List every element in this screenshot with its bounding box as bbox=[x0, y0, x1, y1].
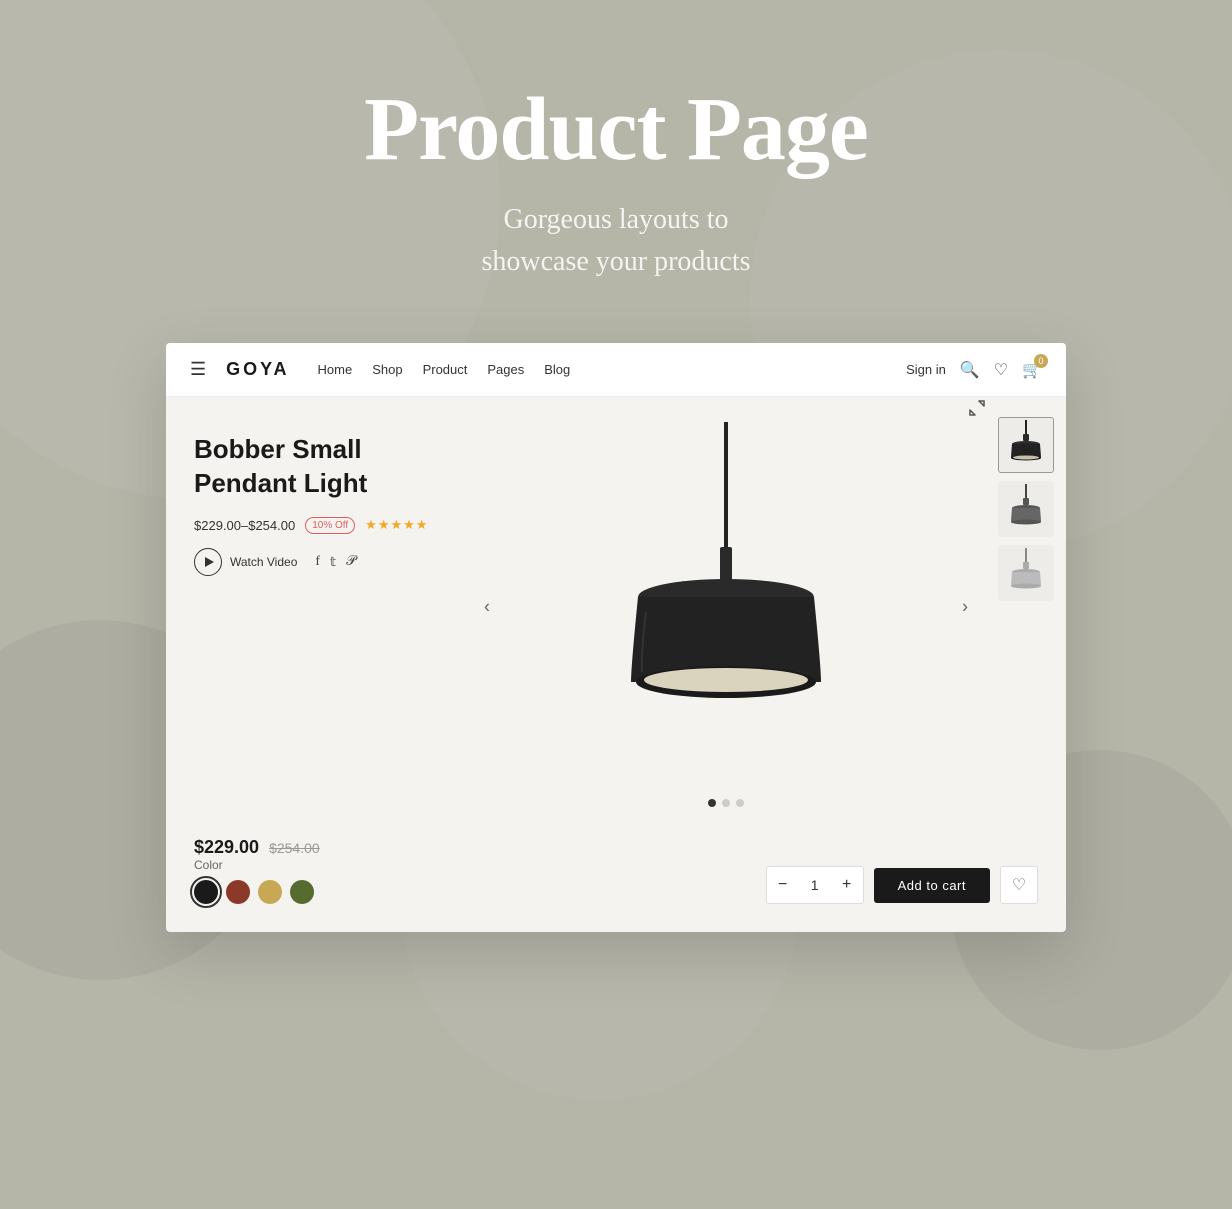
watch-video-row: Watch Video f 𝕥 𝒫 bbox=[194, 548, 438, 576]
discount-badge: 10% Off bbox=[305, 517, 355, 534]
brand-logo[interactable]: GOYA bbox=[226, 359, 289, 380]
play-triangle-icon bbox=[205, 557, 214, 567]
bottom-spacer bbox=[0, 932, 1232, 1052]
quantity-decrease-button[interactable]: − bbox=[767, 867, 799, 903]
social-icons: f 𝕥 𝒫 bbox=[315, 554, 356, 570]
facebook-icon[interactable]: f bbox=[315, 554, 320, 570]
thumbnail-sidebar bbox=[986, 397, 1066, 817]
expand-icon[interactable] bbox=[968, 399, 986, 422]
price-display: $229.00 $254.00 bbox=[194, 837, 320, 858]
thumbnail-3[interactable] bbox=[998, 545, 1054, 601]
dot-1[interactable] bbox=[708, 799, 716, 807]
thumbnail-1[interactable] bbox=[998, 417, 1054, 473]
carousel-next-button[interactable]: › bbox=[954, 589, 976, 626]
nav-home[interactable]: Home bbox=[318, 362, 353, 377]
hero-title: Product Page bbox=[20, 80, 1212, 179]
bottom-right: − + Add to cart ♡ bbox=[766, 866, 1038, 904]
search-icon[interactable]: 🔍 bbox=[960, 360, 980, 380]
thumbnail-2[interactable] bbox=[998, 481, 1054, 537]
swatch-red[interactable] bbox=[226, 880, 250, 904]
carousel-prev-button[interactable]: ‹ bbox=[476, 589, 498, 626]
nav-pages[interactable]: Pages bbox=[487, 362, 524, 377]
quantity-control: − + bbox=[766, 866, 864, 904]
cart-badge: 0 bbox=[1034, 354, 1048, 368]
card-wrapper: ☰ GOYA Home Shop Product Pages Blog Sign… bbox=[0, 343, 1232, 932]
star-rating: ★★★★★ bbox=[365, 517, 428, 533]
product-image-area: ‹ bbox=[466, 397, 986, 817]
quantity-input[interactable] bbox=[799, 867, 831, 903]
product-info: Bobber Small Pendant Light $229.00–$254.… bbox=[166, 397, 466, 817]
wishlist-icon[interactable]: ♡ bbox=[994, 360, 1008, 380]
hero-section: Product Page Gorgeous layouts to showcas… bbox=[0, 0, 1232, 343]
twitter-icon[interactable]: 𝕥 bbox=[330, 554, 336, 570]
swatch-black[interactable] bbox=[194, 880, 218, 904]
hero-subtitle: Gorgeous layouts to showcase your produc… bbox=[20, 199, 1212, 283]
color-label: Color bbox=[194, 858, 320, 872]
product-bottom: $229.00 $254.00 Color − + Add to cart bbox=[166, 817, 1066, 932]
original-price: $254.00 bbox=[269, 840, 320, 856]
cart-icon[interactable]: 🛒 0 bbox=[1022, 360, 1042, 380]
add-to-cart-button[interactable]: Add to cart bbox=[874, 868, 990, 903]
quantity-increase-button[interactable]: + bbox=[831, 867, 863, 903]
carousel-dots bbox=[708, 799, 744, 807]
bottom-left: $229.00 $254.00 Color bbox=[194, 837, 320, 904]
swatch-green[interactable] bbox=[290, 880, 314, 904]
current-price: $229.00 bbox=[194, 837, 259, 857]
wishlist-button[interactable]: ♡ bbox=[1000, 866, 1038, 904]
nav-blog[interactable]: Blog bbox=[544, 362, 570, 377]
color-swatches bbox=[194, 880, 320, 904]
product-main: Bobber Small Pendant Light $229.00–$254.… bbox=[166, 397, 1066, 817]
price-range: $229.00–$254.00 bbox=[194, 518, 295, 533]
navbar: ☰ GOYA Home Shop Product Pages Blog Sign… bbox=[166, 343, 1066, 397]
play-button[interactable] bbox=[194, 548, 222, 576]
nav-links: Home Shop Product Pages Blog bbox=[318, 362, 891, 377]
product-title: Bobber Small Pendant Light bbox=[194, 433, 438, 501]
dot-3[interactable] bbox=[736, 799, 744, 807]
dot-2[interactable] bbox=[722, 799, 730, 807]
hamburger-icon[interactable]: ☰ bbox=[190, 359, 206, 380]
price-row: $229.00–$254.00 10% Off ★★★★★ bbox=[194, 517, 438, 534]
pinterest-icon[interactable]: 𝒫 bbox=[346, 554, 356, 570]
nav-product[interactable]: Product bbox=[423, 362, 468, 377]
swatch-gold[interactable] bbox=[258, 880, 282, 904]
watch-video-label[interactable]: Watch Video bbox=[230, 555, 297, 569]
nav-shop[interactable]: Shop bbox=[372, 362, 402, 377]
product-image bbox=[586, 422, 866, 772]
signin-link[interactable]: Sign in bbox=[906, 362, 946, 377]
product-card: ☰ GOYA Home Shop Product Pages Blog Sign… bbox=[166, 343, 1066, 932]
nav-actions: Sign in 🔍 ♡ 🛒 0 bbox=[906, 360, 1042, 380]
